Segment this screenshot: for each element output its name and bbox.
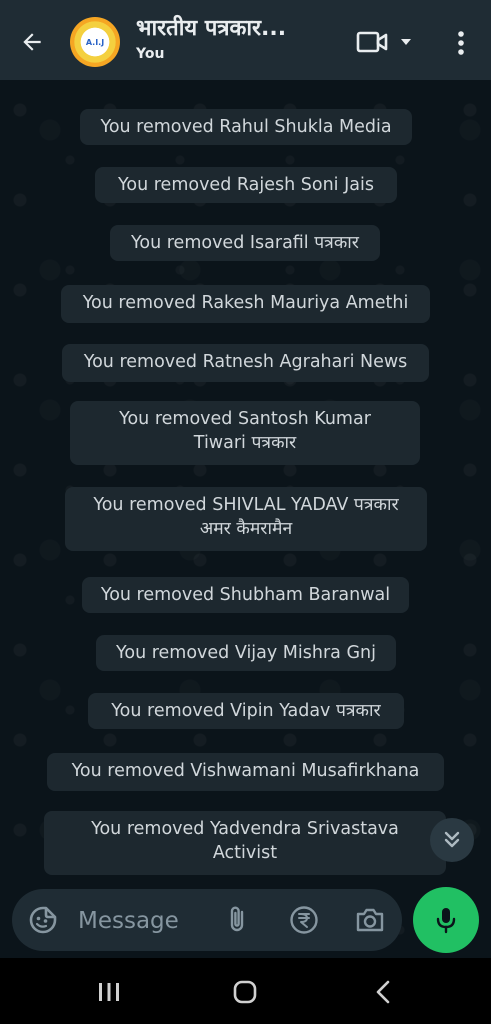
chat-header: A.I.J भारतीय पत्रकार... You xyxy=(0,0,491,80)
sticker-icon xyxy=(29,906,57,934)
voice-message-button[interactable] xyxy=(413,887,479,953)
system-message: You removed Vijay Mishra Gnj xyxy=(96,635,396,671)
system-message: You removed Rakesh Mauriya Amethi xyxy=(61,285,430,323)
system-message: You removed Santosh Kumar Tiwari पत्रकार xyxy=(70,401,420,465)
dropdown-caret-icon xyxy=(401,39,411,45)
chat-subtitle: You xyxy=(136,46,165,62)
system-message: You removed SHIVLAL YADAV पत्रकार अमर कै… xyxy=(65,487,427,551)
back-nav-icon xyxy=(376,980,390,1004)
video-camera-icon xyxy=(356,31,388,53)
chat-title: भारतीय पत्रकार... xyxy=(136,16,287,41)
more-vertical-icon xyxy=(458,31,464,55)
system-message: You removed Ratnesh Agrahari News xyxy=(62,344,429,382)
payment-button[interactable] xyxy=(289,905,319,935)
more-options-button[interactable] xyxy=(446,26,476,60)
composer-bar xyxy=(12,889,402,951)
system-back-button[interactable] xyxy=(370,978,398,1006)
recents-button[interactable] xyxy=(94,978,124,1006)
paperclip-icon xyxy=(230,906,244,932)
scroll-to-bottom-button[interactable] xyxy=(430,818,474,862)
avatar-logo-text: A.I.J xyxy=(81,28,109,56)
chat-title-block[interactable]: भारतीय पत्रकार... You xyxy=(136,14,336,62)
system-message: You removed Isarafil पत्रकार xyxy=(110,225,380,261)
system-nav-bar xyxy=(0,958,491,1024)
video-call-button[interactable] xyxy=(356,26,422,58)
system-message: You removed Yadvendra Srivastava Activis… xyxy=(44,811,446,875)
message-input[interactable] xyxy=(76,901,220,941)
attach-button[interactable] xyxy=(224,905,252,935)
rupee-icon xyxy=(290,906,318,934)
double-chevron-down-icon xyxy=(444,831,460,848)
system-message: You removed Rahul Shukla Media xyxy=(80,109,412,145)
system-message: You removed Vipin Yadav पत्रकार xyxy=(88,693,404,729)
system-message: You removed Shubham Baranwal xyxy=(82,577,409,613)
camera-button[interactable] xyxy=(354,905,386,935)
home-icon xyxy=(233,980,257,1004)
back-button[interactable] xyxy=(14,24,50,60)
sticker-button[interactable] xyxy=(28,905,58,935)
back-arrow-icon xyxy=(23,33,41,51)
system-message: You removed Vishwamani Musafirkhana xyxy=(47,753,444,791)
recents-icon xyxy=(99,983,119,1001)
microphone-icon xyxy=(436,908,456,934)
group-avatar[interactable]: A.I.J xyxy=(70,17,120,67)
chat-area[interactable]: You removed Rahul Shukla Media You remov… xyxy=(0,80,491,958)
home-button[interactable] xyxy=(230,978,260,1006)
system-message: You removed Rajesh Soni Jais xyxy=(95,167,397,203)
camera-icon xyxy=(356,908,384,932)
